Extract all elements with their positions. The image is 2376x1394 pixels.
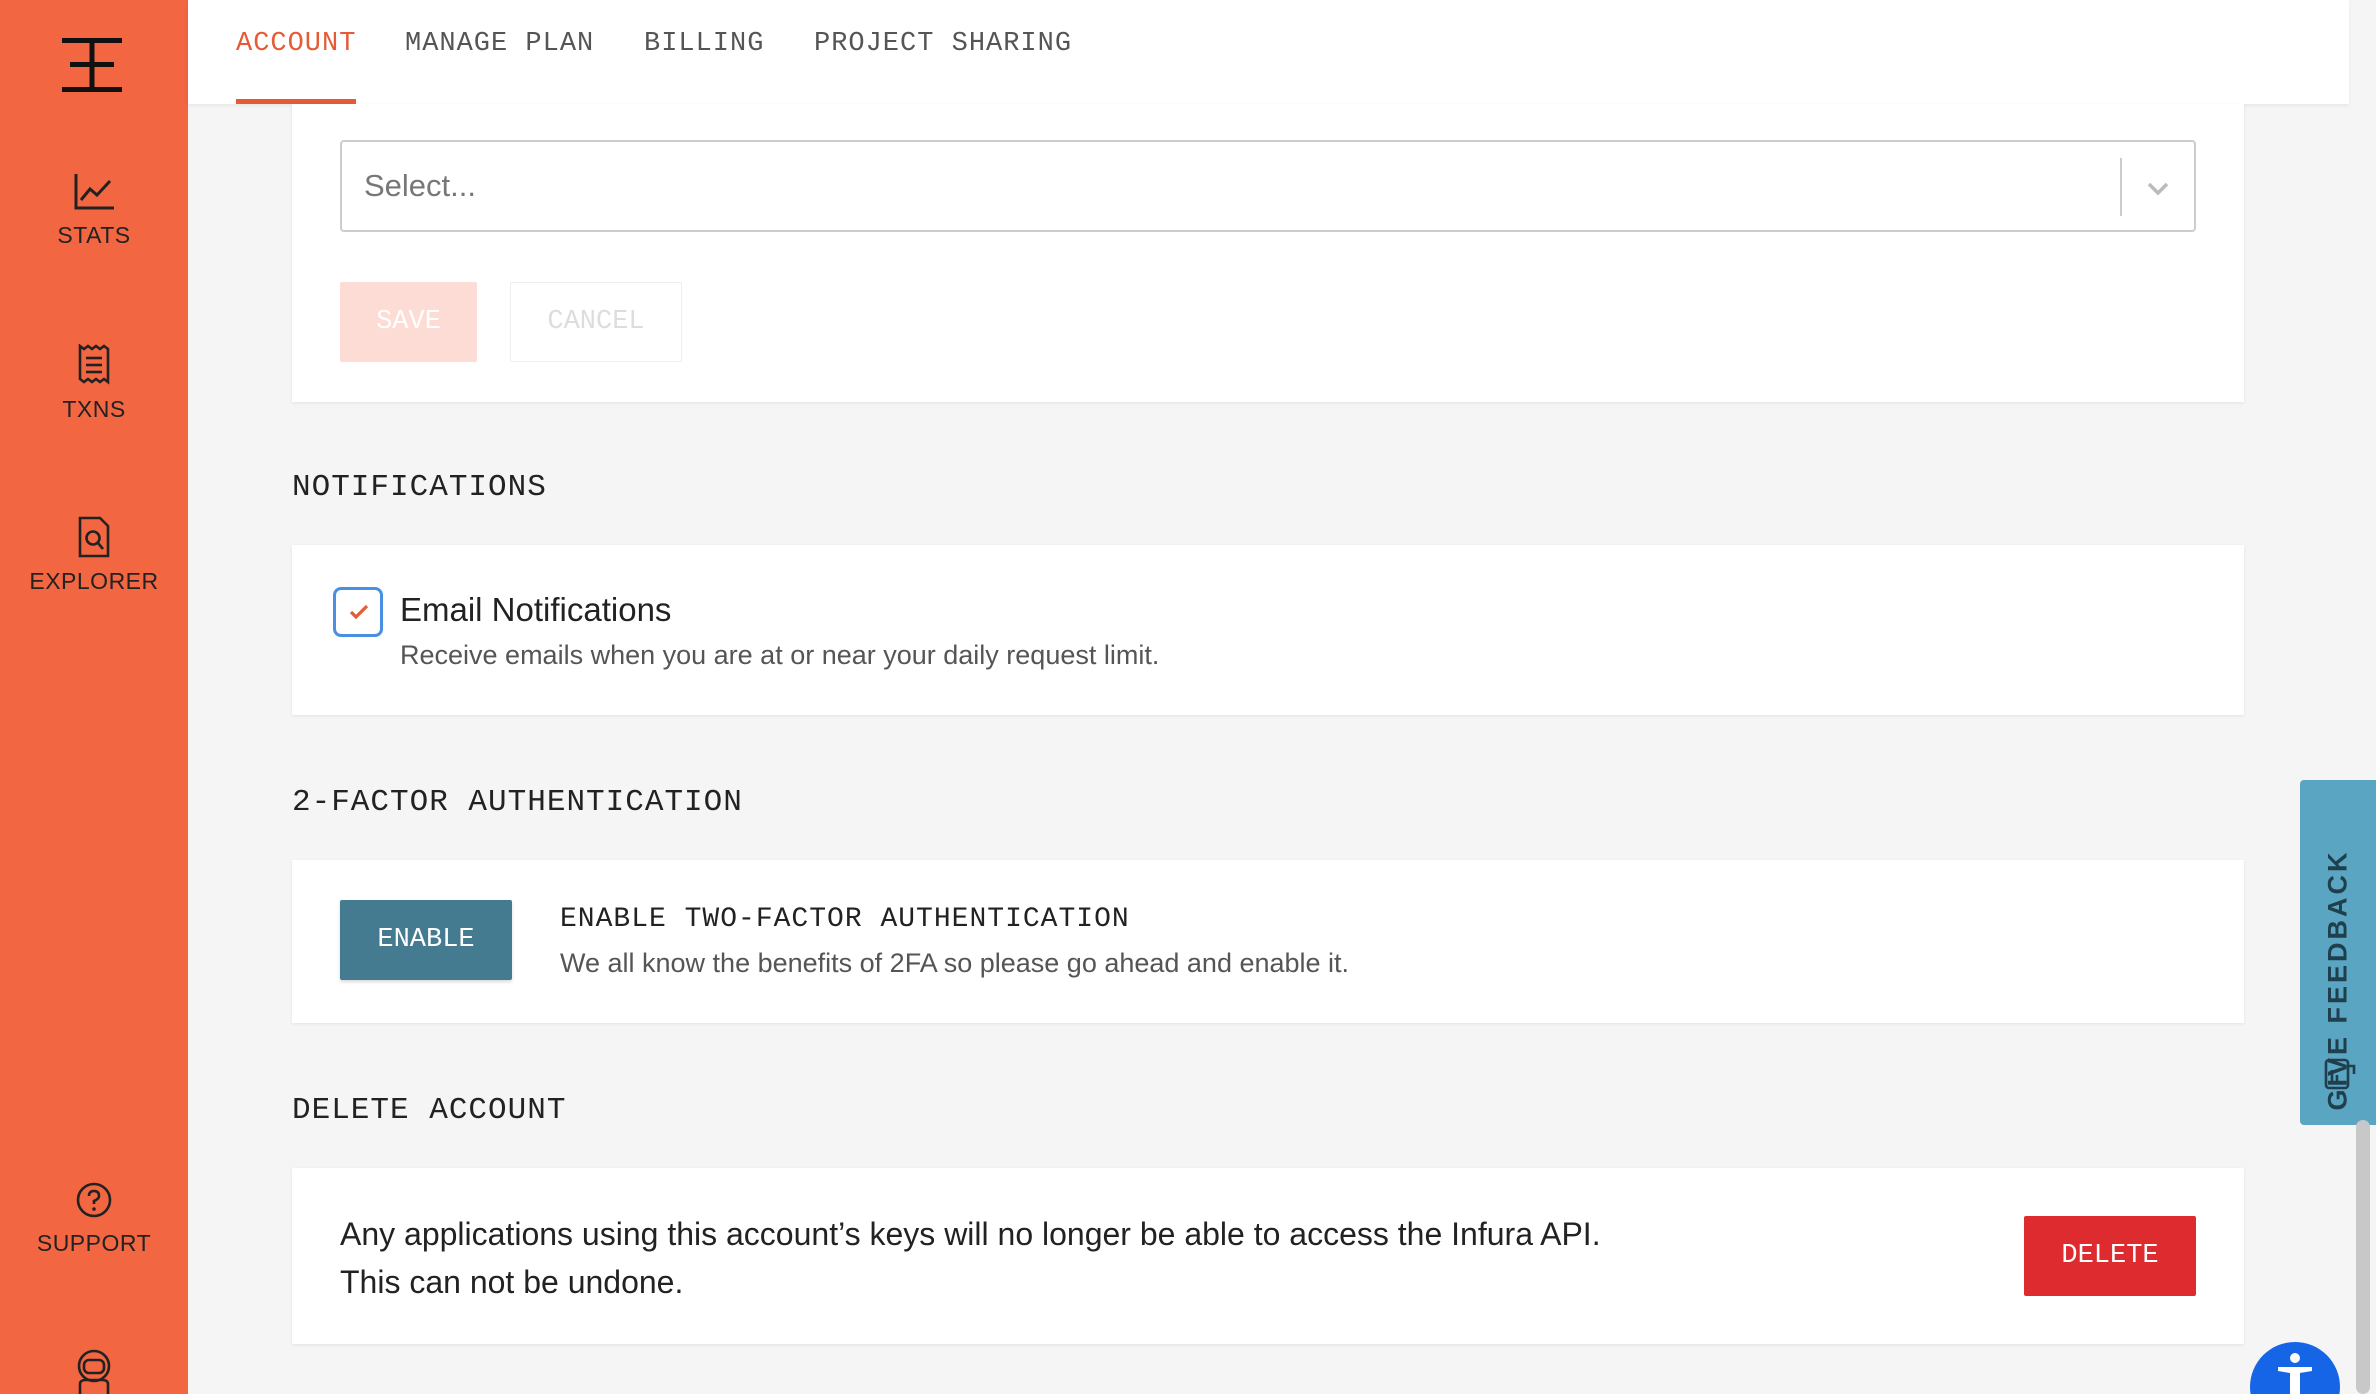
enable-2fa-button[interactable]: ENABLE [340,900,512,980]
delete-account-warning: Any applications using this account’s ke… [340,1210,1601,1306]
chevron-down-icon[interactable] [2140,170,2176,206]
sidebar-item-label: SUPPORT [36,1230,152,1256]
scrollbar-thumb[interactable] [2356,1120,2370,1394]
tab-account[interactable]: ACCOUNT [236,0,357,104]
accessibility-button[interactable] [2250,1342,2340,1394]
sidebar-item-support[interactable]: SUPPORT [0,1180,188,1257]
email-notifications-checkbox[interactable] [333,587,383,637]
receipt-icon [78,344,110,385]
twofa-heading: ENABLE TWO-FACTOR AUTHENTICATION [560,904,1130,935]
sidebar-item-explorer[interactable]: EXPLORER [0,516,188,595]
twofa-description: We all know the benefits of 2FA so pleas… [560,948,1350,978]
save-button[interactable]: SAVE [340,282,477,362]
delete-warning-line2: This can not be undone. [340,1264,684,1300]
twofa-card [292,860,2244,1023]
select-separator [2120,158,2122,216]
cancel-button[interactable]: CANCEL [510,282,682,362]
notifications-title: NOTIFICATIONS [292,470,547,505]
give-feedback-tab[interactable]: GIVE FEEDBACK [2300,780,2376,1125]
infura-logo-icon[interactable] [58,36,126,94]
delete-account-title: DELETE ACCOUNT [292,1093,567,1128]
tab-billing[interactable]: BILLING [644,0,764,104]
sidebar: STATS TXNS EXPLORER SUPPORT [0,0,188,1394]
checkmark-icon [349,604,369,620]
sidebar-item-account[interactable] [0,1348,188,1394]
astronaut-icon [77,1349,111,1394]
select-placeholder: Select... [364,168,476,203]
email-notifications-description: Receive emails when you are at or near y… [400,640,1160,670]
twofa-title: 2-FACTOR AUTHENTICATION [292,785,743,820]
tab-manage-plan[interactable]: MANAGE PLAN [405,0,594,104]
sidebar-item-label: TXNS [62,396,126,422]
help-circle-icon [76,1182,112,1218]
feedback-icon [2324,1058,2356,1090]
delete-warning-line1: Any applications using this account’s ke… [340,1216,1601,1252]
settings-select[interactable]: Select... [340,140,2196,232]
chart-line-icon [74,174,114,210]
email-notifications-label: Email Notifications [400,591,672,628]
top-nav: ACCOUNT MANAGE PLAN BILLING PROJECT SHAR… [188,0,2349,104]
tab-project-sharing[interactable]: PROJECT SHARING [814,0,1072,104]
notifications-card [292,545,2244,715]
sidebar-item-label: EXPLORER [29,568,159,594]
sidebar-item-label: STATS [57,222,131,248]
file-search-icon [78,516,110,558]
sidebar-item-stats[interactable]: STATS [0,172,188,249]
delete-account-button[interactable]: DELETE [2024,1216,2196,1296]
sidebar-item-txns[interactable]: TXNS [0,344,188,423]
accessibility-icon [2278,1353,2312,1394]
